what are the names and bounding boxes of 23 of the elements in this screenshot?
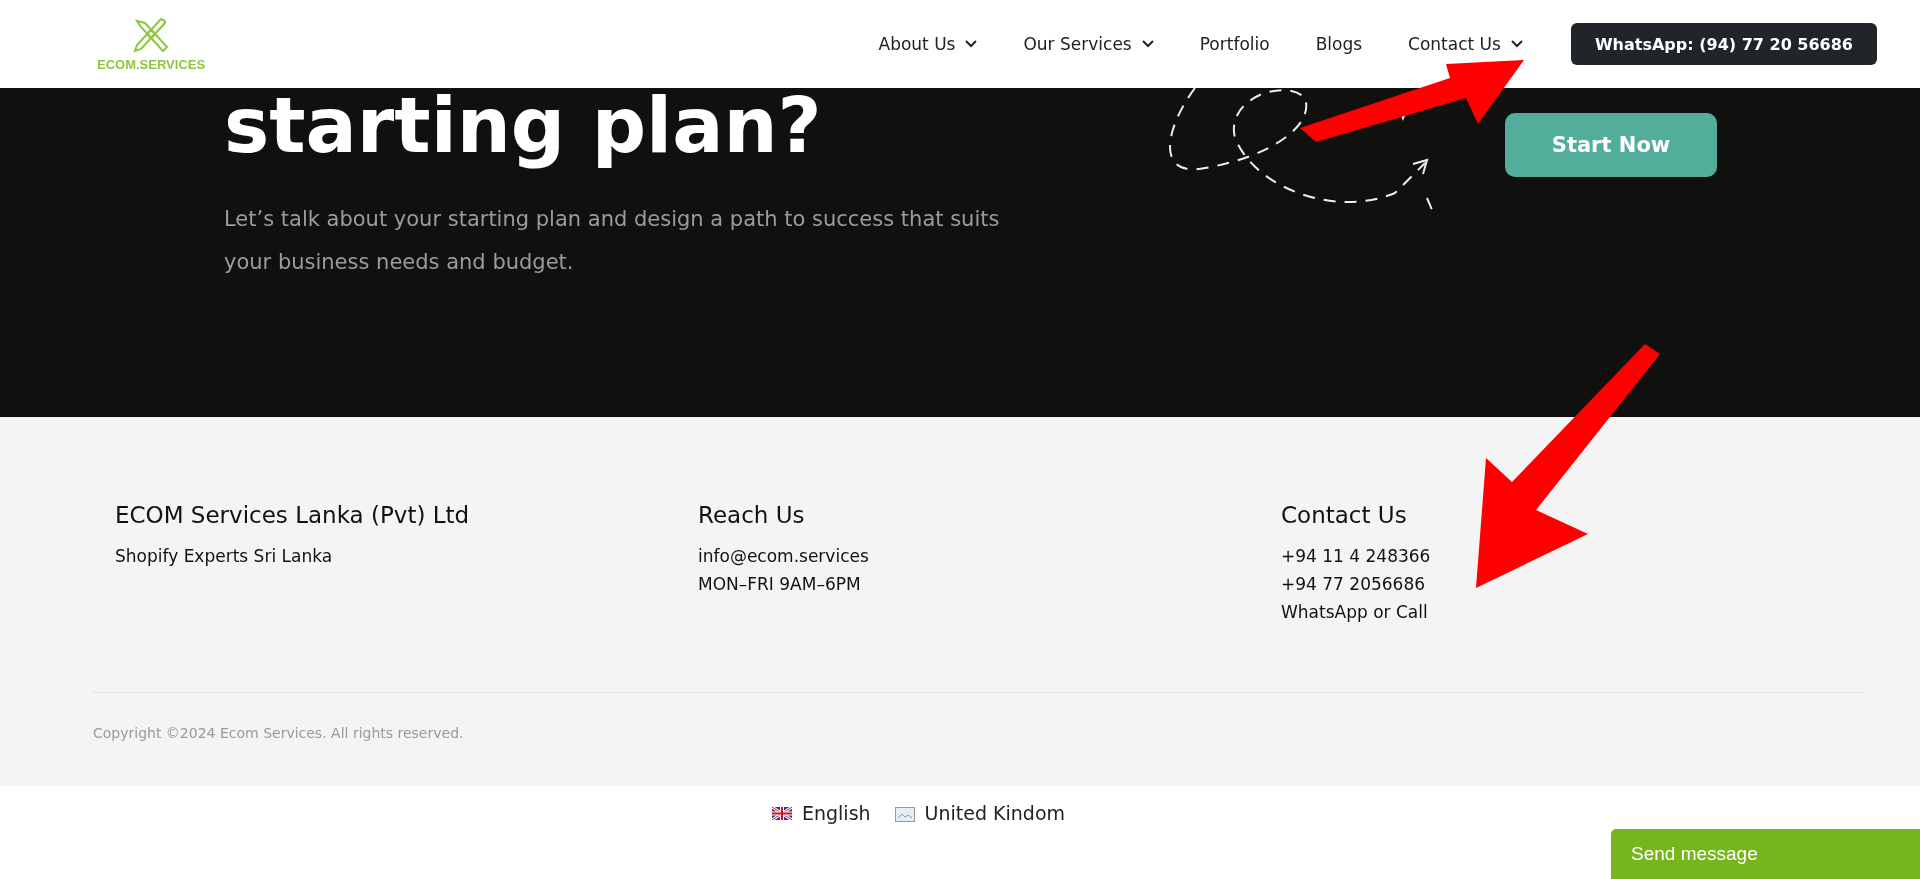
hero-text: Let’s talk about your starting plan and design a path to success that suits your business needs and budget. [224, 206, 1001, 276]
whatsapp-button[interactable]: WhatsApp: (94) 77 20 56686 [1570, 23, 1877, 65]
flag-icon [771, 807, 792, 820]
nav-link[interactable]: About Us [878, 34, 978, 54]
logo-text: ECOM.SERVICES [97, 56, 206, 72]
footer-text: Shopify Experts Sri Lanka [115, 545, 334, 568]
nav-link[interactable]: Blogs [1315, 34, 1363, 54]
footer-text: info@ecom.services [698, 545, 870, 568]
footer-text: +94 11 4 248366 [1281, 545, 1432, 568]
footer-text: WhatsApp or Call [1281, 601, 1429, 624]
nav-link[interactable]: Our Services [1023, 34, 1154, 54]
footer-text: +94 77 2056686 [1281, 573, 1427, 596]
broken-image-icon [894, 807, 915, 822]
footer-text: MON–FRI 9AM–6PM [698, 573, 862, 596]
nav-link[interactable]: Portfolio [1199, 34, 1270, 54]
hero-heading: starting plan? [224, 80, 823, 172]
nav-link[interactable]: Contact Us [1408, 34, 1523, 54]
language-link[interactable]: English [771, 802, 871, 879]
language-link[interactable]: United Kindom [894, 802, 1066, 879]
footer-heading: ECOM Services Lanka (Pvt) Ltd [115, 502, 471, 528]
copyright-text: Copyright ©2024 Ecom Services. All rights reserved. [93, 725, 465, 741]
footer-heading: Contact Us [1281, 502, 1408, 528]
footer-heading: Reach Us [698, 502, 806, 528]
